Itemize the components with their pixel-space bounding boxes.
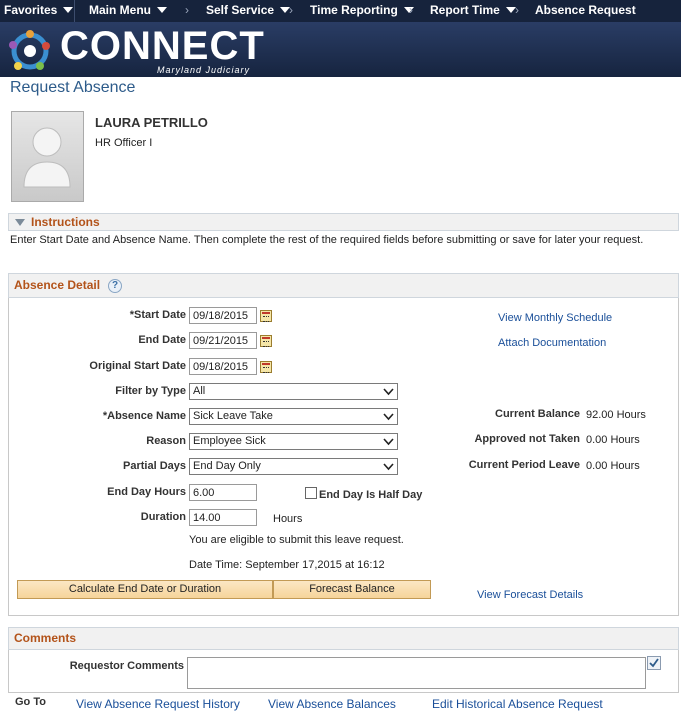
end-date-label: End Date bbox=[138, 334, 186, 346]
nav-absence-request-label: Absence Request bbox=[535, 3, 636, 17]
comments-header: Comments bbox=[8, 627, 679, 650]
original-start-date-input[interactable] bbox=[189, 358, 257, 375]
request-datetime: Date Time: September 17,2015 at 16:12 bbox=[189, 559, 385, 571]
end-day-hours-label: End Day Hours bbox=[107, 486, 186, 498]
original-start-date-label: Original Start Date bbox=[89, 360, 186, 372]
chevron-down-icon bbox=[383, 388, 394, 396]
forecast-balance-button[interactable]: Forecast Balance bbox=[273, 580, 431, 599]
person-silhouette-icon bbox=[23, 127, 71, 188]
view-forecast-details-link[interactable]: View Forecast Details bbox=[477, 589, 583, 601]
current-period-leave-value: 0.00 Hours bbox=[586, 460, 640, 472]
reason-value: Employee Sick bbox=[193, 435, 266, 447]
approved-not-taken-value: 0.00 Hours bbox=[586, 434, 640, 446]
nav-favorites[interactable]: Favorites bbox=[4, 0, 74, 22]
chevron-down-icon bbox=[383, 463, 394, 471]
instructions-heading: Instructions bbox=[31, 215, 100, 229]
reason-label: Reason bbox=[146, 435, 186, 447]
nav-time-reporting[interactable]: Time Reporting bbox=[310, 0, 414, 22]
start-date-input[interactable] bbox=[189, 307, 257, 324]
current-balance-value: 92.00 Hours bbox=[586, 409, 646, 421]
calendar-icon[interactable] bbox=[260, 310, 272, 322]
nav-main-menu-label: Main Menu bbox=[89, 3, 151, 17]
breadcrumb-separator-icon: › bbox=[515, 3, 519, 17]
header-banner: CONNECT Maryland Judiciary bbox=[0, 22, 681, 77]
approved-not-taken-label: Approved not Taken bbox=[474, 433, 580, 445]
filter-by-type-value: All bbox=[193, 385, 206, 397]
partial-days-select[interactable]: End Day Only bbox=[189, 458, 398, 475]
avatar bbox=[11, 111, 84, 202]
help-icon[interactable]: ? bbox=[108, 279, 122, 293]
duration-label: Duration bbox=[140, 511, 186, 523]
duration-input[interactable] bbox=[189, 509, 257, 526]
calendar-icon[interactable] bbox=[260, 361, 272, 373]
nav-main-menu[interactable]: Main Menu bbox=[89, 0, 167, 22]
spell-check-icon[interactable] bbox=[647, 656, 661, 670]
breadcrumb-separator-icon: › bbox=[289, 3, 293, 17]
nav-divider bbox=[74, 0, 75, 22]
view-absence-request-history-link[interactable]: View Absence Request History bbox=[76, 697, 240, 711]
requestor-comments-label: Requestor Comments bbox=[69, 660, 184, 672]
goto-label: Go To bbox=[15, 696, 46, 708]
connect-logo-icon bbox=[9, 30, 50, 70]
absence-name-label: *Absence Name bbox=[102, 410, 186, 422]
chevron-down-icon bbox=[383, 438, 394, 446]
absence-detail-heading: Absence Detail bbox=[14, 278, 101, 292]
edit-historical-absence-request-link[interactable]: Edit Historical Absence Request bbox=[432, 697, 603, 711]
eligibility-message: You are eligible to submit this leave re… bbox=[189, 534, 404, 546]
employee-job-title: HR Officer I bbox=[95, 137, 153, 149]
end-day-hours-input[interactable] bbox=[189, 484, 257, 501]
nav-time-reporting-label: Time Reporting bbox=[310, 3, 398, 17]
breadcrumb-separator-icon: › bbox=[409, 3, 413, 17]
view-monthly-schedule-link[interactable]: View Monthly Schedule bbox=[498, 312, 612, 324]
chevron-down-icon bbox=[383, 413, 394, 421]
current-period-leave-label: Current Period Leave bbox=[468, 459, 580, 471]
requestor-comments-textarea[interactable] bbox=[187, 657, 646, 689]
brand-subtitle: Maryland Judiciary bbox=[157, 65, 251, 75]
nav-self-service[interactable]: Self Service bbox=[206, 0, 291, 22]
calculate-end-date-button[interactable]: Calculate End Date or Duration bbox=[17, 580, 273, 599]
view-absence-balances-link[interactable]: View Absence Balances bbox=[268, 697, 396, 711]
nav-favorites-label: Favorites bbox=[4, 3, 58, 17]
filter-by-type-label: Filter by Type bbox=[115, 385, 186, 397]
chevron-down-icon bbox=[63, 7, 74, 13]
start-date-label: *Start Date bbox=[129, 309, 186, 321]
absence-detail-header: Absence Detail ? bbox=[8, 273, 679, 298]
nav-absence-request[interactable]: Absence Request bbox=[535, 0, 636, 22]
breadcrumb-separator-icon: › bbox=[185, 3, 189, 17]
collapse-triangle-icon bbox=[15, 219, 25, 226]
brand-name: CONNECT bbox=[60, 24, 265, 68]
absence-name-select[interactable]: Sick Leave Take bbox=[189, 408, 398, 425]
top-navigation: Favorites Main Menu › Self Service › Tim… bbox=[0, 0, 681, 22]
nav-self-service-label: Self Service bbox=[206, 3, 275, 17]
reason-select[interactable]: Employee Sick bbox=[189, 433, 398, 450]
partial-days-label: Partial Days bbox=[123, 460, 186, 472]
duration-unit: Hours bbox=[273, 513, 303, 525]
chevron-down-icon bbox=[157, 7, 167, 13]
filter-by-type-select[interactable]: All bbox=[189, 383, 398, 400]
end-day-half-day-checkbox[interactable] bbox=[305, 487, 317, 499]
instructions-header[interactable]: Instructions bbox=[8, 213, 679, 231]
page-title: Request Absence bbox=[10, 79, 136, 96]
end-date-input[interactable] bbox=[189, 332, 257, 349]
calendar-icon[interactable] bbox=[260, 335, 272, 347]
partial-days-value: End Day Only bbox=[193, 460, 261, 472]
comments-heading: Comments bbox=[14, 631, 77, 645]
nav-report-time-label: Report Time bbox=[430, 3, 500, 17]
current-balance-label: Current Balance bbox=[495, 408, 580, 420]
attach-documentation-link[interactable]: Attach Documentation bbox=[498, 337, 606, 349]
employee-name: LAURA PETRILLO bbox=[95, 115, 208, 130]
instructions-text: Enter Start Date and Absence Name. Then … bbox=[10, 234, 644, 246]
nav-report-time[interactable]: Report Time bbox=[430, 0, 516, 22]
end-day-half-day-label: End Day Is Half Day bbox=[319, 489, 423, 501]
absence-name-value: Sick Leave Take bbox=[193, 410, 273, 422]
